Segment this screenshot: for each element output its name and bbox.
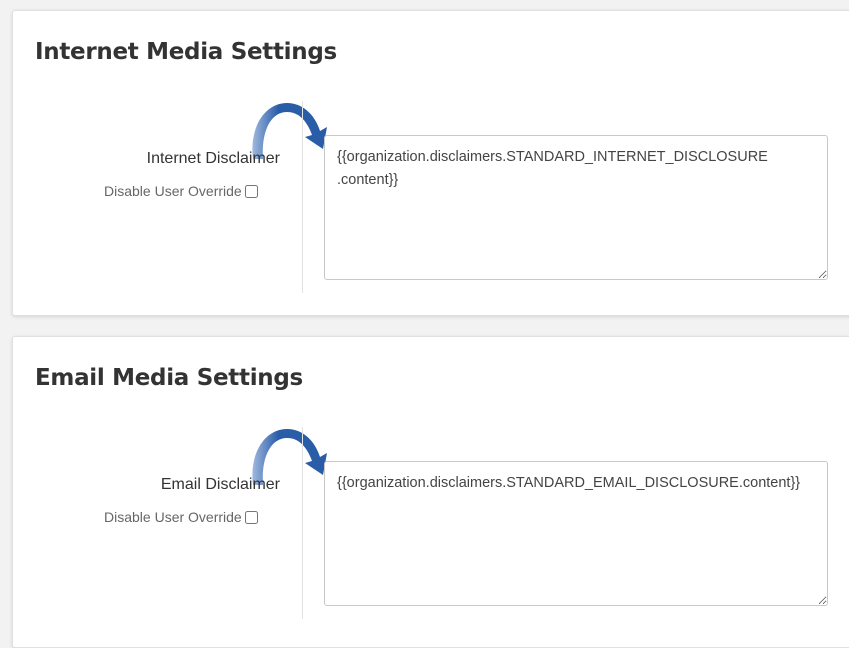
internet-media-settings-title: Internet Media Settings: [35, 39, 337, 65]
internet-divider: [302, 101, 303, 293]
email-media-settings-title: Email Media Settings: [35, 365, 303, 391]
internet-disclaimer-textarea[interactable]: {{organization.disclaimers.STANDARD_INTE…: [324, 135, 828, 280]
email-media-settings-panel: Email Media Settings Email Disclaimer Di…: [12, 336, 849, 648]
email-disclaimer-textarea[interactable]: {{organization.disclaimers.STANDARD_EMAI…: [324, 461, 828, 606]
internet-media-settings-panel: Internet Media Settings Internet Disclai…: [12, 10, 849, 316]
email-disable-override-label: Disable User Override: [104, 509, 242, 525]
internet-disable-override-checkbox[interactable]: [244, 184, 258, 198]
email-disclaimer-label: Email Disclaimer: [160, 476, 280, 493]
email-disable-override-row: Disable User Override: [104, 509, 258, 525]
email-divider: [302, 427, 303, 619]
internet-disable-override-row: Disable User Override: [104, 183, 258, 199]
internet-disclaimer-label: Internet Disclaimer: [146, 150, 280, 167]
email-disable-override-checkbox[interactable]: [244, 510, 258, 524]
internet-disable-override-label: Disable User Override: [104, 183, 242, 199]
